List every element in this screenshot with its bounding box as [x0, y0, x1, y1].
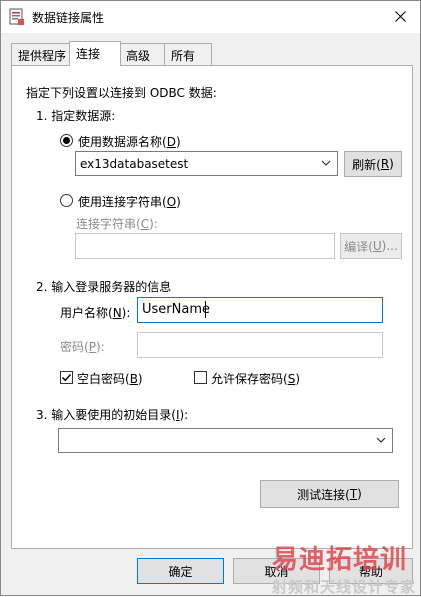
check-icon	[61, 373, 72, 382]
dialog-window: 数据链接属性 提供程序 连接 高级 所有 指定下列设置以连接到 ODBC 数据:…	[0, 0, 421, 596]
allow-save-password-checkbox[interactable]	[194, 371, 207, 384]
use-dsn-text: 使用数据源名称(	[78, 135, 167, 149]
connstr-end: ):	[149, 217, 158, 231]
test-text: 测试连接(	[297, 487, 350, 502]
allow-save-end: )	[295, 372, 300, 386]
step1-label: 1. 指定数据源:	[36, 109, 116, 123]
build-end: )...	[381, 239, 398, 253]
chevron-down-icon	[321, 160, 331, 166]
initial-catalog-select[interactable]	[58, 428, 393, 453]
password-key: P	[88, 340, 96, 354]
blank-password-key: B	[129, 372, 138, 386]
close-icon	[394, 10, 406, 22]
tab-provider[interactable]: 提供程序	[11, 43, 71, 65]
step3-end: ):	[179, 408, 189, 422]
use-connstr-label[interactable]: 使用连接字符串(O)	[78, 193, 181, 210]
step3-label: 3. 输入要使用的初始目录(I):	[36, 406, 188, 423]
username-key: N	[112, 306, 122, 320]
connstr-text: 连接字符串(	[76, 217, 141, 231]
tab-advanced[interactable]: 高级	[119, 43, 166, 65]
tab-all[interactable]: 所有	[164, 43, 212, 65]
dsn-value: ex13databasetest	[80, 157, 189, 171]
intro-text: 指定下列设置以连接到 ODBC 数据:	[26, 86, 217, 100]
password-input[interactable]	[137, 332, 383, 358]
test-connection-button[interactable]: 测试连接(T)	[260, 480, 399, 508]
title-bar[interactable]: 数据链接属性	[1, 1, 420, 33]
step2-label: 2. 输入登录服务器的信息	[36, 280, 172, 294]
build-text: 编译(	[344, 239, 373, 254]
refresh-end: )	[389, 157, 394, 171]
build-button[interactable]: 编译(U)...	[340, 233, 402, 259]
close-button[interactable]	[380, 1, 420, 31]
blank-password-end: )	[137, 372, 143, 386]
use-connstr-end: )	[176, 195, 181, 209]
use-connstr-key: O	[166, 195, 177, 209]
use-dsn-end: )	[175, 135, 181, 149]
text-caret	[205, 301, 206, 318]
connstr-input[interactable]	[75, 233, 335, 259]
tab-label: 所有	[171, 49, 196, 63]
build-key: U	[372, 239, 382, 253]
password-end: ):	[95, 340, 105, 354]
username-text: 用户名称(	[60, 306, 113, 320]
step3-text: 3. 输入要使用的初始目录(	[36, 408, 176, 422]
tab-label: 连接	[76, 47, 101, 61]
use-dsn-radio[interactable]	[60, 134, 73, 147]
ok-button[interactable]: 确定	[137, 558, 224, 584]
use-connstr-text: 使用连接字符串(	[78, 195, 167, 209]
tab-connection[interactable]: 连接	[69, 41, 121, 66]
password-label: 密码(P):	[60, 338, 105, 355]
watermark-tagline: 射频和天线设计专家	[272, 578, 417, 596]
chevron-down-icon	[376, 437, 386, 443]
username-value: UserName	[142, 302, 210, 317]
allow-save-text: 允许保存密码(	[211, 372, 288, 386]
refresh-button[interactable]: 刷新(R)	[344, 151, 402, 177]
username-input[interactable]: UserName	[137, 297, 383, 323]
test-key: T	[349, 487, 358, 501]
use-dsn-key: D	[166, 135, 176, 149]
tab-label: 提供程序	[18, 49, 67, 63]
blank-password-text: 空白密码(	[77, 372, 130, 386]
test-end: )	[357, 487, 362, 501]
username-label: 用户名称(N):	[60, 304, 130, 321]
blank-password-label[interactable]: 空白密码(B)	[77, 370, 143, 387]
data-link-icon	[9, 8, 24, 25]
window-title: 数据链接属性	[32, 11, 105, 25]
refresh-text: 刷新(	[352, 157, 381, 172]
connstr-key: C	[140, 217, 150, 231]
refresh-key: R	[380, 157, 390, 171]
tab-label: 高级	[126, 49, 151, 63]
blank-password-checkbox[interactable]	[60, 371, 73, 384]
password-text: 密码(	[60, 340, 89, 354]
allow-save-password-label[interactable]: 允许保存密码(S)	[211, 370, 300, 387]
ok-label: 确定	[168, 564, 193, 579]
username-end: ):	[121, 306, 131, 320]
dsn-select[interactable]: ex13databasetest	[75, 151, 338, 176]
watermark-logo-text: 易迪拓培训	[272, 545, 408, 575]
connection-panel: 指定下列设置以连接到 ODBC 数据: 1. 指定数据源: 使用数据源名称(D)…	[11, 65, 413, 549]
use-dsn-label[interactable]: 使用数据源名称(D)	[78, 133, 181, 150]
use-connstr-radio[interactable]	[60, 194, 73, 207]
connstr-label: 连接字符串(C):	[76, 215, 158, 232]
